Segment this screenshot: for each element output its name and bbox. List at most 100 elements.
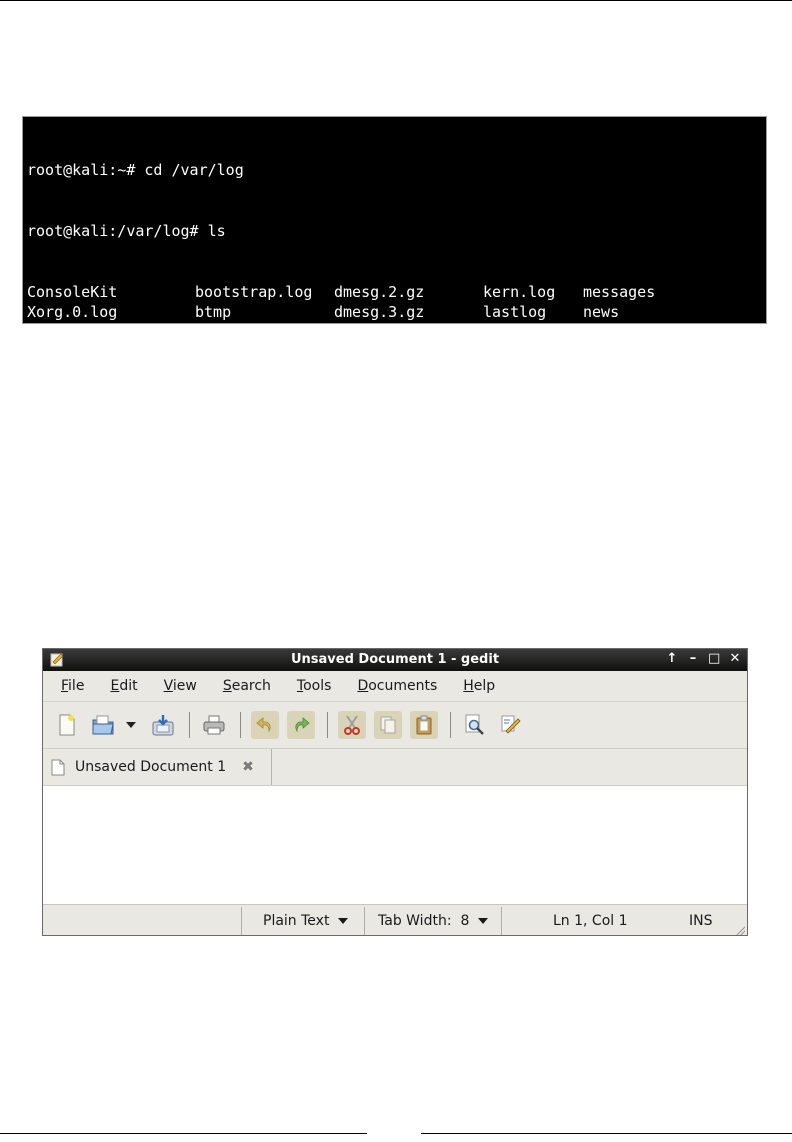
- maximize-icon[interactable]: □: [708, 651, 720, 666]
- toolbar-separator: [450, 712, 451, 738]
- menu-view[interactable]: View: [164, 678, 197, 694]
- save-button[interactable]: [149, 711, 177, 739]
- paste-button[interactable]: [410, 711, 438, 739]
- terminal-file-entry: wtmp: [583, 403, 620, 422]
- terminal-output-row: alternatives.log debug dpkg.log mail.err sam…: [27, 342, 766, 362]
- save-icon: [152, 715, 174, 736]
- undo-button[interactable]: [251, 711, 279, 739]
- chevron-down-icon: [478, 918, 489, 924]
- terminal-file-entry: alternatives.log: [27, 343, 172, 362]
- terminal-file-entry: samba: [583, 343, 629, 362]
- menu-edit[interactable]: Edit: [110, 678, 137, 694]
- terminal-file-entry: mail.info: [483, 363, 565, 382]
- find-icon: [465, 714, 484, 735]
- text-editor-area[interactable]: [43, 786, 747, 905]
- terminal-file-entry: mail.log: [483, 383, 556, 402]
- print-button[interactable]: [200, 711, 228, 739]
- terminal-file-entry: btmp: [195, 302, 232, 321]
- page-top-rule: [0, 0, 792, 1]
- terminal-file-entry: syslog: [583, 363, 638, 382]
- language-label: Plain Text: [263, 913, 330, 929]
- terminal-output-row: apache2 dmesg faillog mail.info syslog: [27, 362, 766, 382]
- undo-icon: [256, 717, 271, 733]
- new-document-button[interactable]: [53, 711, 81, 739]
- terminal-command-line: root@kali:/var/log# ls: [27, 222, 226, 240]
- minimize-icon[interactable]: –: [687, 651, 699, 666]
- terminal-file-entry: faillog: [334, 363, 398, 382]
- menu-bar: File Edit View Search Tools Documents He…: [43, 671, 747, 702]
- toolbar: [43, 702, 747, 749]
- terminal-file-entry: bootstrap.log: [195, 282, 313, 301]
- terminal-file-entry: dpkg.log: [334, 343, 407, 362]
- gedit-window: Unsaved Document 1 - gedit ↑ – □ ✕ File …: [42, 648, 748, 936]
- statusbar-divider: [364, 907, 365, 935]
- terminal-file-entry: mail.err: [483, 343, 556, 362]
- terminal-file-entry: pm-powersave.log: [583, 322, 728, 341]
- toolbar-separator: [327, 712, 328, 738]
- document-icon: [51, 759, 65, 775]
- open-button[interactable]: [89, 711, 117, 739]
- terminal-file-entry: Xorg.0.log.old: [27, 322, 154, 341]
- tab-width-label: Tab Width:: [378, 913, 452, 929]
- open-icon: [92, 715, 114, 735]
- terminal-file-entry: dmesg.4.gz: [334, 322, 425, 341]
- terminal-file-entry: debug: [195, 343, 241, 362]
- terminal-file-entry: kern.log: [483, 282, 556, 301]
- find-replace-icon: [501, 715, 521, 734]
- terminal-cursor: [214, 464, 225, 482]
- terminal-file-entry: mail.warn: [483, 403, 565, 422]
- window-title: Unsaved Document 1 - gedit: [290, 652, 500, 667]
- terminal-output-row: auth.log dmesg.1.gz fsck mail.warn wtmp: [27, 403, 766, 423]
- terminal-file-entry: user.log: [583, 383, 656, 402]
- terminal-file-entry: dmesg.3.gz: [334, 302, 425, 321]
- menu-file[interactable]: File: [61, 678, 84, 694]
- toolbar-separator: [189, 712, 190, 738]
- terminal-output-row: ConsoleKit bootstrap.log dmesg.2.gz kern.lo…: [27, 282, 766, 302]
- terminal-file-entry: apt: [27, 383, 55, 402]
- menu-tools[interactable]: Tools: [297, 678, 332, 694]
- terminal-file-entry: dmesg.1.gz: [195, 403, 286, 422]
- language-selector[interactable]: Plain Text: [263, 905, 349, 937]
- document-tab[interactable]: Unsaved Document 1 ✖: [43, 749, 272, 785]
- page-bottom-rule: [0, 1133, 367, 1134]
- paste-icon: [416, 715, 432, 735]
- terminal-file-entry: fsck: [334, 403, 371, 422]
- menu-help[interactable]: Help: [463, 678, 495, 694]
- open-recent-button[interactable]: [125, 722, 137, 728]
- terminal-file-entry: news: [583, 302, 620, 321]
- find-button[interactable]: [461, 711, 489, 739]
- copy-button[interactable]: [374, 711, 402, 739]
- tab-width-value: 8: [460, 913, 470, 929]
- terminal-file-entry: ConsoleKit: [27, 282, 118, 301]
- cut-button[interactable]: [338, 711, 366, 739]
- terminal-prompt[interactable]: root@kali:/var/log#: [27, 463, 766, 483]
- tab-close-icon[interactable]: ✖: [242, 759, 254, 775]
- terminal-output-row: Xorg.0.log btmp dmesg.3.gz lastlog news: [27, 302, 766, 322]
- terminal-command-line: root@kali:~# cd /var/log: [27, 161, 244, 180]
- cut-icon: [344, 715, 360, 735]
- terminal-file-entry: Xorg.0.log: [27, 302, 118, 321]
- tab-width-selector[interactable]: Tab Width: 8: [378, 905, 489, 937]
- redo-button[interactable]: [287, 711, 315, 739]
- new-document-icon: [59, 714, 75, 736]
- toolbar-separator: [240, 712, 241, 738]
- status-bar: Plain Text Tab Width: 8 Ln 1, Col 1 INS: [43, 905, 747, 937]
- terminal-file-entry: dmesg.0: [195, 383, 259, 402]
- document-tab-bar: Unsaved Document 1 ✖: [43, 749, 747, 786]
- print-icon: [203, 715, 225, 735]
- terminal-window[interactable]: root@kali:~# cd /var/log root@kali:/var/…: [22, 116, 767, 482]
- raise-window-icon[interactable]: ↑: [666, 651, 678, 666]
- menu-search[interactable]: Search: [223, 678, 271, 694]
- menu-documents[interactable]: Documents: [357, 678, 437, 694]
- title-bar[interactable]: Unsaved Document 1 - gedit ↑ – □ ✕: [43, 649, 747, 671]
- close-icon[interactable]: ✕: [729, 651, 741, 666]
- document-tab-label: Unsaved Document 1: [75, 759, 227, 775]
- terminal-file-entry: fontconfig.log: [334, 383, 461, 402]
- redo-icon: [295, 717, 310, 733]
- find-replace-button[interactable]: [497, 711, 525, 739]
- terminal-file-entry: daemon.log: [195, 322, 286, 341]
- resize-grip[interactable]: [735, 925, 745, 935]
- chevron-down-icon: [338, 918, 349, 924]
- statusbar-divider: [501, 907, 502, 935]
- cursor-position: Ln 1, Col 1: [553, 913, 628, 929]
